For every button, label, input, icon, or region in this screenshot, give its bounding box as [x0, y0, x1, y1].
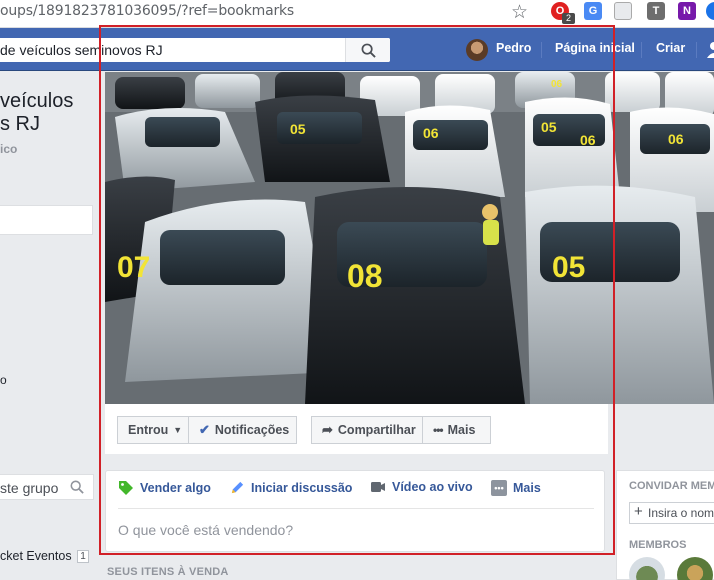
- text-extension-icon[interactable]: T: [647, 2, 665, 20]
- group-cover-photo[interactable]: 07 08 05 06 05 06 05 06 06: [105, 72, 714, 404]
- tab-live-label: Vídeo ao vivo: [392, 480, 473, 494]
- nav-divider: [641, 42, 642, 58]
- nav-divider: [696, 42, 697, 58]
- pencil-icon: [231, 481, 244, 494]
- plate-number: 05: [552, 251, 585, 284]
- address-url[interactable]: oups/1891823781036095/?ref=bookmarks: [0, 3, 294, 19]
- extension-icon[interactable]: [706, 2, 714, 20]
- plate-number: 08: [347, 258, 383, 294]
- joined-button[interactable]: Entrou ▼: [117, 416, 189, 444]
- person-figure: [482, 204, 498, 220]
- plate-number: 07: [117, 251, 150, 284]
- share-icon: ➦: [322, 422, 333, 437]
- bookmark-star-icon[interactable]: ☆: [511, 1, 528, 24]
- extension-badge: 2: [562, 13, 575, 24]
- invite-title: CONVIDAR MEM: [629, 480, 714, 492]
- search-icon: [70, 480, 84, 494]
- group-search-field[interactable]: ste grupo: [0, 474, 94, 500]
- member-avatar[interactable]: [677, 557, 713, 580]
- share-button[interactable]: ➦ Compartilhar: [311, 416, 423, 444]
- check-icon: ✔: [199, 422, 210, 437]
- more-label: Mais: [447, 423, 476, 437]
- invite-name-input[interactable]: + Insira o nome: [629, 502, 714, 524]
- section-heading: SEUS ITENS À VENDA: [107, 566, 229, 578]
- plate-number: 06: [580, 132, 596, 148]
- members-title: MEMBROS: [629, 539, 687, 551]
- facebook-top-bar: Pedro Página inicial Criar: [0, 28, 714, 71]
- tab-sell-label: Vender algo: [140, 481, 211, 495]
- plate-number: 06: [423, 125, 439, 141]
- left-nav-events[interactable]: cket Eventos: [0, 549, 72, 563]
- more-button[interactable]: ••• Mais: [422, 416, 491, 444]
- notifications-button[interactable]: ✔ Notificações: [188, 416, 297, 444]
- tab-discussion-label: Iniciar discussão: [251, 480, 353, 495]
- plate-number: 06: [668, 131, 684, 147]
- plate-number: 05: [290, 121, 306, 137]
- cast-extension-icon[interactable]: [614, 2, 632, 20]
- share-label: Compartilhar: [337, 423, 416, 437]
- translate-extension-icon[interactable]: G: [584, 2, 602, 20]
- onenote-extension-icon[interactable]: N: [678, 2, 696, 20]
- tab-sell-something[interactable]: Vender algo: [118, 480, 211, 496]
- create-link[interactable]: Criar: [656, 41, 685, 55]
- group-search-placeholder: ste grupo: [0, 480, 59, 496]
- invite-placeholder: Insira o nome: [648, 506, 714, 520]
- home-link[interactable]: Página inicial: [555, 41, 635, 55]
- group-privacy: ico: [0, 142, 18, 156]
- post-composer: Vender algo Iniciar discussão Vídeo ao v…: [105, 470, 605, 552]
- left-nav-box[interactable]: [0, 205, 93, 235]
- tab-live-video[interactable]: Vídeo ao vivo: [370, 480, 473, 494]
- notifications-label: Notificações: [214, 423, 290, 437]
- left-nav-item[interactable]: o: [0, 373, 7, 387]
- composer-input[interactable]: O que você está vendendo?: [118, 522, 293, 538]
- more-dots-icon: •••: [433, 423, 444, 437]
- tab-more[interactable]: ••• Mais: [491, 480, 541, 496]
- more-dots-icon: •••: [491, 480, 507, 496]
- search-input[interactable]: [0, 38, 345, 62]
- search-button[interactable]: [345, 38, 390, 62]
- plate-number: 06: [551, 79, 563, 90]
- profile-link[interactable]: Pedro: [496, 41, 531, 55]
- search-icon: [361, 43, 376, 58]
- tab-start-discussion[interactable]: Iniciar discussão: [230, 480, 352, 495]
- member-avatar[interactable]: [629, 557, 665, 580]
- nav-divider: [541, 42, 542, 58]
- search-box: [0, 38, 390, 62]
- composer-divider: [118, 508, 594, 509]
- tag-icon: [119, 481, 133, 495]
- group-action-bar: Entrou ▼ ✔ Notificações ➦ Compartilhar •…: [105, 404, 608, 454]
- tab-more-label: Mais: [513, 481, 541, 495]
- video-camera-icon: [371, 482, 385, 492]
- avatar[interactable]: [466, 39, 488, 61]
- cover-image: 07 08 05 06 05 06 05 06 06: [105, 72, 714, 404]
- browser-address-bar: oups/1891823781036095/?ref=bookmarks ☆ O…: [0, 0, 714, 28]
- group-title[interactable]: veículos s RJ: [0, 90, 73, 136]
- plus-icon: +: [634, 503, 643, 520]
- joined-label: Entrou: [128, 423, 169, 437]
- event-count-badge: 1: [77, 550, 89, 563]
- friends-icon[interactable]: [706, 41, 714, 59]
- plate-number: 05: [541, 119, 557, 135]
- invite-members-panel: CONVIDAR MEM + Insira o nome MEMBROS: [616, 470, 714, 580]
- chevron-down-icon: ▼: [173, 425, 183, 435]
